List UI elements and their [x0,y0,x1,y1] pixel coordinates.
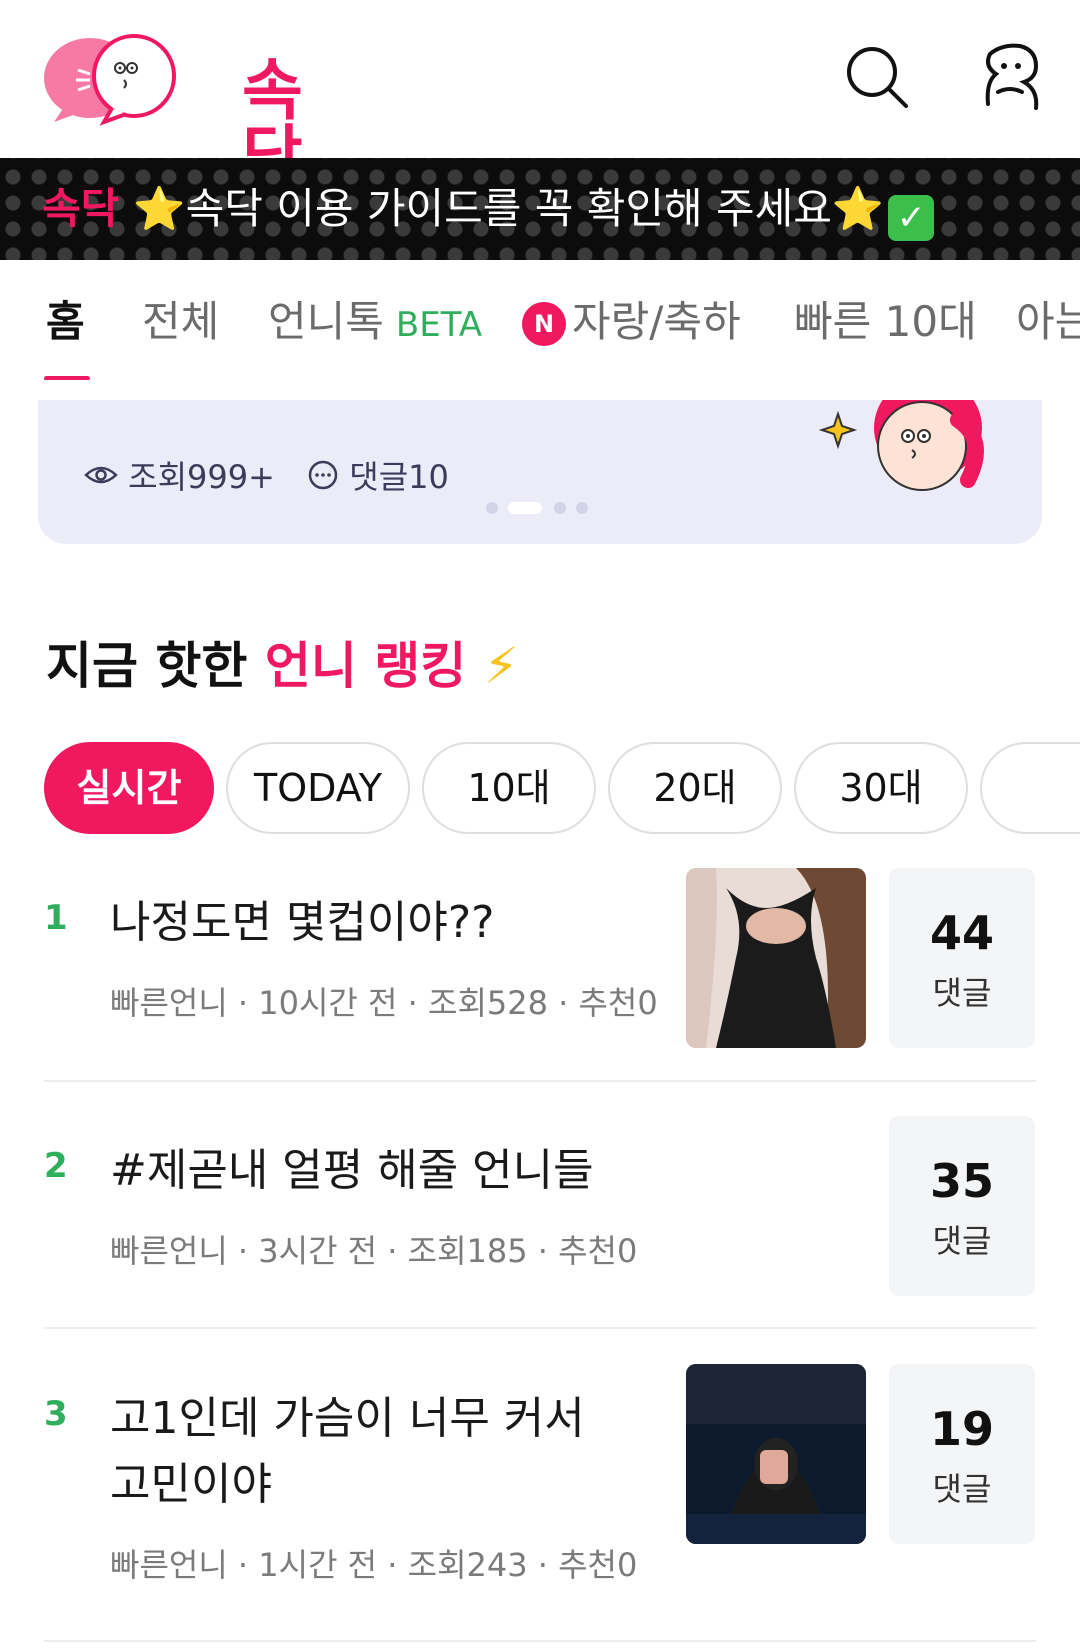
chip-30s[interactable]: 30대 [794,742,968,834]
notice-banner[interactable]: 속닥 ⭐속닥 이용 가이드를 꼭 확인해 주세요⭐ ✓ [0,158,1080,260]
lightning-icon: ⚡ [483,637,519,695]
user-profile-icon[interactable] [976,42,1046,112]
divider [44,1640,1036,1642]
tab-fast-teens[interactable]: 빠른 10대 [794,296,977,348]
featured-meta: 조회999+ 댓글10 [84,452,449,498]
logo-bubble-icon [44,34,176,126]
post-meta: 빠른언니 · 10시간 전 · 조회528 · 추천0 [110,984,658,1022]
chip-20s[interactable]: 20대 [608,742,782,834]
notice-text: ⭐속닥 이용 가이드를 꼭 확인해 주세요⭐ [133,184,885,233]
notice-tag: 속닥 [42,184,120,233]
comment-count-box[interactable]: 35 댓글 [889,1116,1035,1296]
divider [44,1327,1036,1329]
post-meta: 빠른언니 · 3시간 전 · 조회185 · 추천0 [110,1232,638,1270]
tab-home[interactable]: 홈 [46,296,85,348]
pagination-dot[interactable] [576,502,588,514]
post-meta: 빠른언니 · 1시간 전 · 조회243 · 추천0 [110,1546,638,1584]
tab-all[interactable]: 전체 [142,296,219,348]
post-title: 고1인데 가슴이 너무 커서 고민이야 [110,1393,585,1510]
new-badge: N [522,302,566,346]
post-title: 나정도면 몇컵이야?? [110,897,495,948]
chip-10s[interactable]: 10대 [422,742,596,834]
comment-label: 댓글 [932,974,992,1012]
app-header: 속닥 [0,0,1080,190]
featured-comments: 댓글10 [349,458,449,496]
featured-post-card[interactable]: 조회999+ 댓글10 [38,400,1042,544]
active-tab-indicator [44,376,90,380]
ranking-title: 지금 핫한 언니 랭킹 ⚡ [46,637,519,695]
pagination-dot[interactable] [486,502,498,514]
post-thumbnail[interactable] [686,868,866,1048]
ranking-post[interactable]: 1 나정도면 몇컵이야?? 빠른언니 · 10시간 전 · 조회528 · 추천… [44,868,1036,1048]
beta-badge: BETA [395,305,483,345]
comment-label: 댓글 [932,1222,992,1260]
post-rank: 1 [44,898,68,938]
mascot-character-icon [818,400,984,491]
post-thumbnail[interactable] [686,1364,866,1544]
post-title: #제곧내 얼평 해줄 언니들 [110,1145,594,1196]
comment-count-box[interactable]: 19 댓글 [889,1364,1035,1544]
pagination-dot[interactable] [554,502,566,514]
divider [44,1080,1036,1082]
chip-today[interactable]: TODAY [226,742,410,834]
ranking-title-highlight: 언니 랭킹 [264,637,467,695]
pagination-dot-active[interactable] [508,502,542,514]
chip-more[interactable] [980,742,1080,834]
eye-icon [84,466,118,484]
ranking-post[interactable]: 2 #제곧내 얼평 해줄 언니들 빠른언니 · 3시간 전 · 조회185 · … [44,1116,1036,1296]
comment-count: 19 [929,1402,994,1456]
comment-count: 35 [929,1154,994,1208]
category-tabs: 홈 전체 언니톡 BETA N 자랑/축하 빠른 10대 아는 [0,260,1080,380]
chip-realtime[interactable]: 실시간 [44,742,214,834]
tab-more[interactable]: 아는 [1016,296,1080,348]
tab-unnitalk[interactable]: 언니톡 BETA [268,296,482,351]
comment-count: 44 [929,906,994,960]
post-rank: 3 [44,1394,68,1434]
post-rank: 2 [44,1146,68,1186]
comment-label: 댓글 [932,1470,992,1508]
check-icon: ✓ [888,195,935,241]
ranking-post[interactable]: 3 고1인데 가슴이 너무 커서 고민이야 빠른언니 · 1시간 전 · 조회2… [44,1364,1036,1604]
comment-icon [308,460,338,490]
featured-views: 조회999+ [128,458,275,496]
tab-brag-congrats[interactable]: N 자랑/축하 [522,296,741,348]
ranking-filter-chips: 실시간 TODAY 10대 20대 30대 [44,742,1080,836]
comment-count-box[interactable]: 44 댓글 [889,868,1035,1048]
app-logo[interactable]: 속닥 [42,30,322,190]
search-icon[interactable] [842,42,912,112]
